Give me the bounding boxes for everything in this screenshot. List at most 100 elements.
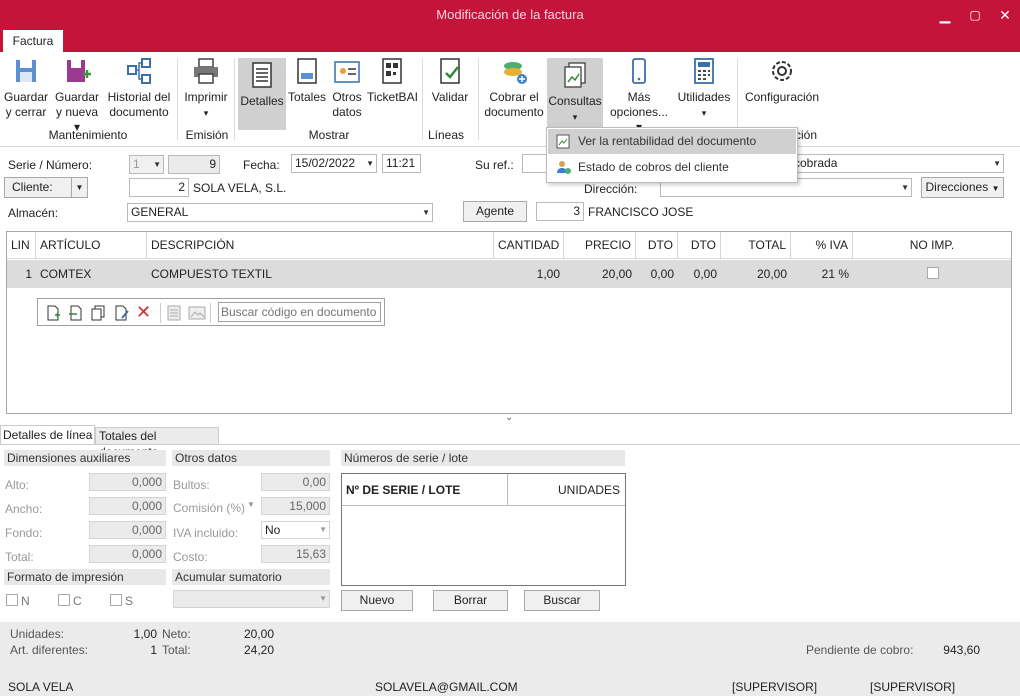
col-header-descripcion[interactable]: DESCRIPCIÓN bbox=[147, 232, 494, 259]
tab-factura[interactable]: Factura bbox=[3, 30, 63, 52]
cobrar-button[interactable]: Cobrar el documento bbox=[484, 56, 544, 120]
utilidades-button[interactable]: Utilidades ▾ bbox=[676, 56, 732, 121]
cliente-dropdown-button[interactable]: ▼ bbox=[71, 177, 88, 198]
validar-label: Validar bbox=[431, 90, 469, 104]
menu-item-estado-cobros[interactable]: Estado de cobros del cliente bbox=[548, 155, 796, 180]
status-user-1: [SUPERVISOR] bbox=[732, 680, 818, 694]
chevron-down-icon[interactable]: ▼ bbox=[247, 500, 255, 509]
col-header-dto1[interactable]: DTO 1 bbox=[636, 232, 678, 279]
no-imp-checkbox[interactable] bbox=[927, 267, 939, 279]
iva-incluido-value: No bbox=[265, 523, 281, 537]
col-header-iva[interactable]: % IVA bbox=[791, 232, 853, 259]
image-icon[interactable] bbox=[188, 305, 206, 321]
validar-button[interactable]: Validar bbox=[428, 56, 472, 105]
details-icon bbox=[252, 62, 272, 88]
col-header-precio[interactable]: PRECIO bbox=[564, 232, 636, 259]
bultos-field[interactable]: 0,00 bbox=[261, 473, 330, 491]
alto-field[interactable]: 0,000 bbox=[89, 473, 166, 491]
formato-n-checkbox[interactable] bbox=[6, 594, 18, 606]
buscar-button[interactable]: Buscar bbox=[524, 590, 600, 611]
total-dim-field[interactable]: 0,000 bbox=[89, 545, 166, 563]
borrar-button[interactable]: Borrar bbox=[433, 590, 508, 611]
historial-button[interactable]: Historial del documento bbox=[106, 56, 172, 120]
formato-s-checkbox[interactable] bbox=[110, 594, 122, 606]
maximize-button[interactable]: ▢ bbox=[960, 4, 990, 26]
menu-item-rentabilidad[interactable]: Ver la rentabilidad del documento bbox=[548, 129, 796, 154]
notes-icon[interactable] bbox=[166, 305, 182, 321]
cliente-code-field[interactable]: 2 bbox=[129, 178, 189, 197]
window-title: Modificación de la factura bbox=[436, 7, 584, 22]
guardar-cerrar-button[interactable]: Guardar y cerrar bbox=[4, 56, 48, 120]
otros-datos-title: Otros datos bbox=[172, 450, 330, 466]
col-header-dto2[interactable]: DTO 2 bbox=[678, 232, 721, 279]
tab-totales-documento[interactable]: Totales del documento bbox=[95, 427, 219, 459]
coins-icon bbox=[504, 62, 527, 84]
ticketbai-button[interactable]: TicketBAI bbox=[367, 56, 418, 105]
gear-icon bbox=[772, 61, 792, 81]
edit-line-icon[interactable] bbox=[114, 305, 130, 321]
new-line-icon[interactable] bbox=[46, 305, 60, 321]
copy-line-icon[interactable] bbox=[90, 305, 106, 321]
title-bar: Modificación de la factura ▁ ▢ ✕ bbox=[0, 0, 1020, 30]
totales-button[interactable]: Totales bbox=[287, 56, 327, 105]
hora-field[interactable]: 11:21 bbox=[382, 154, 421, 173]
consultas-icon bbox=[564, 62, 586, 88]
col-header-no-imp[interactable]: NO IMP. bbox=[853, 232, 1011, 259]
ancho-field[interactable]: 0,000 bbox=[89, 497, 166, 515]
direccion-label: Dirección: bbox=[584, 182, 638, 196]
guardar-nueva-button[interactable]: Guardar y nueva ▾ bbox=[52, 56, 102, 135]
close-button[interactable]: ✕ bbox=[990, 4, 1020, 26]
search-code-input[interactable] bbox=[218, 302, 381, 322]
acumular-select[interactable]: ▼ bbox=[173, 590, 330, 608]
art-diferentes-label: Art. diferentes: bbox=[10, 643, 89, 657]
configuracion-button[interactable]: Configuración bbox=[742, 56, 822, 105]
minimize-button[interactable]: ▁ bbox=[930, 4, 960, 26]
col-header-unidades[interactable]: UNIDADES bbox=[508, 474, 625, 506]
su-ref-field[interactable] bbox=[522, 154, 548, 173]
col-header-lin[interactable]: LIN bbox=[7, 232, 36, 259]
tab-detalles-linea[interactable]: Detalles de línea bbox=[0, 425, 95, 445]
fecha-value: 15/02/2022 bbox=[295, 156, 356, 170]
costo-field[interactable]: 15,63 bbox=[261, 545, 330, 563]
mas-opciones-button[interactable]: Más opciones... ▾ bbox=[606, 56, 672, 135]
comision-field[interactable]: 15,000 bbox=[261, 497, 330, 515]
agente-button[interactable]: Agente bbox=[463, 201, 527, 222]
direcciones-button[interactable]: Direcciones ▼ bbox=[921, 177, 1004, 198]
col-header-cantidad[interactable]: CANTIDAD bbox=[494, 232, 564, 259]
col-header-serie-lote[interactable]: Nº DE SERIE / LOTE bbox=[342, 474, 508, 506]
comision-label: Comisión (%) bbox=[173, 501, 246, 515]
fondo-field[interactable]: 0,000 bbox=[89, 521, 166, 539]
consultas-button[interactable]: Consultas ▾ bbox=[547, 58, 603, 130]
serie-select[interactable]: 1 ▼ bbox=[129, 155, 164, 174]
cliente-button[interactable]: Cliente: bbox=[4, 177, 72, 198]
col-header-articulo[interactable]: ARTÍCULO bbox=[36, 232, 147, 259]
total-label: Total: bbox=[162, 643, 191, 657]
cell-iva: 21 % bbox=[821, 267, 849, 281]
iva-incluido-select[interactable]: No ▼ bbox=[261, 521, 330, 539]
formato-c-checkbox[interactable] bbox=[58, 594, 70, 606]
menu-item-rentabilidad-label: Ver la rentabilidad del documento bbox=[578, 134, 757, 148]
otros-datos-button[interactable]: Otros datos bbox=[329, 56, 365, 120]
almacen-select[interactable]: GENERAL ▼ bbox=[127, 203, 433, 222]
numero-field[interactable]: 9 bbox=[168, 155, 220, 174]
table-row[interactable]: 1 COMTEX COMPUESTO TEXTIL 1,00 20,00 0,0… bbox=[7, 260, 1011, 288]
detalles-button[interactable]: Detalles bbox=[238, 58, 286, 130]
estado-select[interactable]: cobrada ▼ bbox=[790, 154, 1004, 173]
delete-line-icon[interactable]: ✕ bbox=[136, 301, 151, 323]
cell-dto2: 0,00 bbox=[693, 267, 717, 281]
historial-label-1: Historial del bbox=[107, 90, 171, 104]
imprimir-button[interactable]: Imprimir ▾ bbox=[182, 56, 230, 121]
nuevo-button[interactable]: Nuevo bbox=[341, 590, 413, 611]
totales-label: Totales bbox=[287, 90, 327, 104]
fecha-field[interactable]: 15/02/2022 ▼ bbox=[291, 154, 377, 173]
serie-label: Serie / Número: bbox=[8, 158, 93, 172]
insert-line-icon[interactable] bbox=[68, 305, 84, 321]
art-diferentes-value: 1 bbox=[150, 643, 157, 657]
mas-opciones-label-1: Más bbox=[627, 90, 651, 104]
agente-code-field[interactable]: 3 bbox=[536, 202, 584, 221]
splitter-chevron-icon[interactable]: ⌄ bbox=[505, 412, 513, 423]
col-header-total[interactable]: TOTAL bbox=[721, 232, 791, 259]
cell-dto1: 0,00 bbox=[650, 267, 674, 281]
document-chart-icon bbox=[556, 134, 570, 149]
otros-datos-label-1: Otros bbox=[332, 90, 362, 104]
